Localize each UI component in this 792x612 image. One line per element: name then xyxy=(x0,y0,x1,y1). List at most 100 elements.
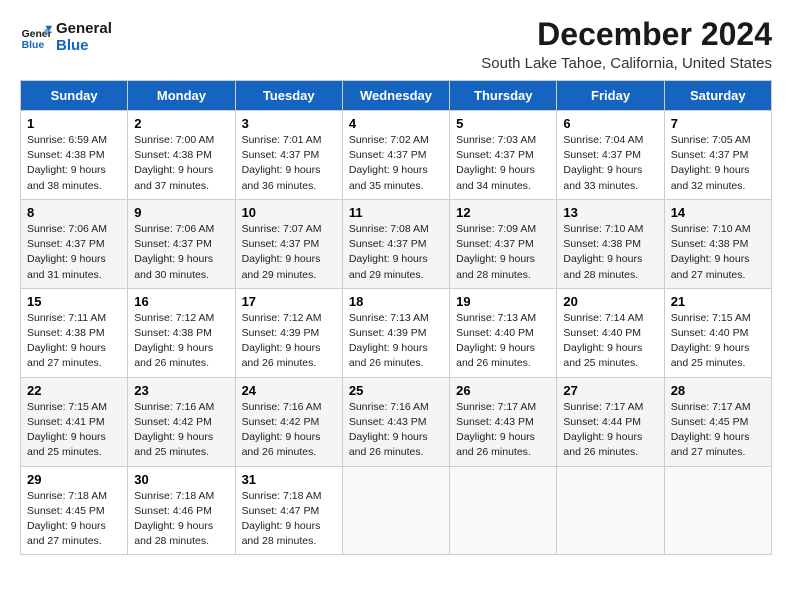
calendar-cell: 1Sunrise: 6:59 AM Sunset: 4:38 PM Daylig… xyxy=(21,111,128,200)
calendar-cell: 5 Sunrise: 7:03 AM Sunset: 4:37 PM Daylig… xyxy=(450,111,557,200)
day-info: Sunrise: 7:05 AM Sunset: 4:37 PM Dayligh… xyxy=(671,133,765,194)
day-info: Sunrise: 7:17 AM Sunset: 4:43 PM Dayligh… xyxy=(456,400,550,461)
day-info: Sunrise: 7:13 AM Sunset: 4:40 PM Dayligh… xyxy=(456,311,550,372)
day-number: 11 xyxy=(349,205,443,220)
day-number: 23 xyxy=(134,383,228,398)
calendar-cell: 11 Sunrise: 7:08 AM Sunset: 4:37 PM Dayli… xyxy=(342,199,449,288)
header-row: Sunday Monday Tuesday Wednesday Thursday… xyxy=(21,81,772,111)
day-number: 31 xyxy=(242,472,336,487)
calendar-cell: 27 Sunrise: 7:17 AM Sunset: 4:44 PM Dayli… xyxy=(557,377,664,466)
day-info: Sunrise: 7:06 AM Sunset: 4:37 PM Dayligh… xyxy=(27,222,121,283)
calendar-cell: 19 Sunrise: 7:13 AM Sunset: 4:40 PM Dayli… xyxy=(450,288,557,377)
calendar-week-4: 22 Sunrise: 7:15 AM Sunset: 4:41 PM Dayli… xyxy=(21,377,772,466)
day-number: 18 xyxy=(349,294,443,309)
day-info: Sunrise: 7:16 AM Sunset: 4:43 PM Dayligh… xyxy=(349,400,443,461)
col-tuesday: Tuesday xyxy=(235,81,342,111)
day-number: 20 xyxy=(563,294,657,309)
day-number: 5 xyxy=(456,116,550,131)
calendar-week-2: 8 Sunrise: 7:06 AM Sunset: 4:37 PM Daylig… xyxy=(21,199,772,288)
day-info: Sunrise: 7:00 AM Sunset: 4:38 PM Dayligh… xyxy=(134,133,228,194)
day-info: Sunrise: 7:17 AM Sunset: 4:45 PM Dayligh… xyxy=(671,400,765,461)
calendar-cell: 14Sunrise: 7:10 AM Sunset: 4:38 PM Dayli… xyxy=(664,199,771,288)
calendar-week-5: 29 Sunrise: 7:18 AM Sunset: 4:45 PM Dayli… xyxy=(21,466,772,555)
day-info: Sunrise: 7:09 AM Sunset: 4:37 PM Dayligh… xyxy=(456,222,550,283)
calendar-cell xyxy=(450,466,557,555)
calendar-cell: 7Sunrise: 7:05 AM Sunset: 4:37 PM Daylig… xyxy=(664,111,771,200)
day-info: Sunrise: 7:12 AM Sunset: 4:38 PM Dayligh… xyxy=(134,311,228,372)
day-number: 28 xyxy=(671,383,765,398)
calendar-cell: 2 Sunrise: 7:00 AM Sunset: 4:38 PM Daylig… xyxy=(128,111,235,200)
logo: General Blue General Blue xyxy=(20,20,112,54)
day-number: 6 xyxy=(563,116,657,131)
calendar-cell: 31 Sunrise: 7:18 AM Sunset: 4:47 PM Dayli… xyxy=(235,466,342,555)
col-thursday: Thursday xyxy=(450,81,557,111)
calendar-cell: 28 Sunrise: 7:17 AM Sunset: 4:45 PM Dayli… xyxy=(664,377,771,466)
calendar-cell: 17Sunrise: 7:12 AM Sunset: 4:39 PM Dayli… xyxy=(235,288,342,377)
calendar-cell: 25Sunrise: 7:16 AM Sunset: 4:43 PM Dayli… xyxy=(342,377,449,466)
col-sunday: Sunday xyxy=(21,81,128,111)
calendar-cell: 30 Sunrise: 7:18 AM Sunset: 4:46 PM Dayli… xyxy=(128,466,235,555)
calendar-cell xyxy=(557,466,664,555)
logo-general: General xyxy=(56,20,112,37)
calendar-cell: 20Sunrise: 7:14 AM Sunset: 4:40 PM Dayli… xyxy=(557,288,664,377)
day-info: Sunrise: 7:07 AM Sunset: 4:37 PM Dayligh… xyxy=(242,222,336,283)
day-info: Sunrise: 7:17 AM Sunset: 4:44 PM Dayligh… xyxy=(563,400,657,461)
day-number: 27 xyxy=(563,383,657,398)
day-info: Sunrise: 7:08 AM Sunset: 4:37 PM Dayligh… xyxy=(349,222,443,283)
day-number: 1 xyxy=(27,116,121,131)
header: General Blue General Blue December 2024 … xyxy=(20,16,772,72)
col-wednesday: Wednesday xyxy=(342,81,449,111)
calendar-cell: 23 Sunrise: 7:16 AM Sunset: 4:42 PM Dayli… xyxy=(128,377,235,466)
day-number: 2 xyxy=(134,116,228,131)
day-info: Sunrise: 7:16 AM Sunset: 4:42 PM Dayligh… xyxy=(242,400,336,461)
day-number: 22 xyxy=(27,383,121,398)
day-number: 3 xyxy=(242,116,336,131)
calendar-cell: 26Sunrise: 7:17 AM Sunset: 4:43 PM Dayli… xyxy=(450,377,557,466)
day-number: 19 xyxy=(456,294,550,309)
calendar-cell: 29 Sunrise: 7:18 AM Sunset: 4:45 PM Dayli… xyxy=(21,466,128,555)
col-monday: Monday xyxy=(128,81,235,111)
day-info: Sunrise: 7:03 AM Sunset: 4:37 PM Dayligh… xyxy=(456,133,550,194)
day-number: 8 xyxy=(27,205,121,220)
day-info: Sunrise: 7:06 AM Sunset: 4:37 PM Dayligh… xyxy=(134,222,228,283)
day-number: 30 xyxy=(134,472,228,487)
page-subtitle: South Lake Tahoe, California, United Sta… xyxy=(481,55,772,72)
day-number: 29 xyxy=(27,472,121,487)
col-saturday: Saturday xyxy=(664,81,771,111)
day-number: 16 xyxy=(134,294,228,309)
calendar-cell: 15Sunrise: 7:11 AM Sunset: 4:38 PM Dayli… xyxy=(21,288,128,377)
col-friday: Friday xyxy=(557,81,664,111)
calendar-cell: 8 Sunrise: 7:06 AM Sunset: 4:37 PM Daylig… xyxy=(21,199,128,288)
calendar-cell xyxy=(664,466,771,555)
calendar-cell xyxy=(342,466,449,555)
day-info: Sunrise: 7:13 AM Sunset: 4:39 PM Dayligh… xyxy=(349,311,443,372)
page-title: December 2024 xyxy=(481,16,772,53)
day-info: Sunrise: 7:10 AM Sunset: 4:38 PM Dayligh… xyxy=(671,222,765,283)
day-info: Sunrise: 7:10 AM Sunset: 4:38 PM Dayligh… xyxy=(563,222,657,283)
title-area: December 2024 South Lake Tahoe, Californ… xyxy=(481,16,772,72)
calendar-cell: 3Sunrise: 7:01 AM Sunset: 4:37 PM Daylig… xyxy=(235,111,342,200)
day-number: 10 xyxy=(242,205,336,220)
calendar-cell: 16 Sunrise: 7:12 AM Sunset: 4:38 PM Dayli… xyxy=(128,288,235,377)
svg-text:Blue: Blue xyxy=(22,40,45,51)
calendar-cell: 13Sunrise: 7:10 AM Sunset: 4:38 PM Dayli… xyxy=(557,199,664,288)
calendar-cell: 24 Sunrise: 7:16 AM Sunset: 4:42 PM Dayli… xyxy=(235,377,342,466)
calendar-week-1: 1Sunrise: 6:59 AM Sunset: 4:38 PM Daylig… xyxy=(21,111,772,200)
calendar-cell: 21Sunrise: 7:15 AM Sunset: 4:40 PM Dayli… xyxy=(664,288,771,377)
day-number: 24 xyxy=(242,383,336,398)
day-info: Sunrise: 7:18 AM Sunset: 4:47 PM Dayligh… xyxy=(242,489,336,550)
calendar-table: Sunday Monday Tuesday Wednesday Thursday… xyxy=(20,80,772,555)
calendar-cell: 9Sunrise: 7:06 AM Sunset: 4:37 PM Daylig… xyxy=(128,199,235,288)
calendar-cell: 6Sunrise: 7:04 AM Sunset: 4:37 PM Daylig… xyxy=(557,111,664,200)
logo-blue: Blue xyxy=(56,37,112,54)
day-number: 4 xyxy=(349,116,443,131)
calendar-cell: 22 Sunrise: 7:15 AM Sunset: 4:41 PM Dayli… xyxy=(21,377,128,466)
day-info: Sunrise: 7:18 AM Sunset: 4:45 PM Dayligh… xyxy=(27,489,121,550)
calendar-cell: 18 Sunrise: 7:13 AM Sunset: 4:39 PM Dayli… xyxy=(342,288,449,377)
day-info: Sunrise: 7:18 AM Sunset: 4:46 PM Dayligh… xyxy=(134,489,228,550)
day-number: 21 xyxy=(671,294,765,309)
day-info: Sunrise: 7:16 AM Sunset: 4:42 PM Dayligh… xyxy=(134,400,228,461)
day-info: Sunrise: 7:15 AM Sunset: 4:41 PM Dayligh… xyxy=(27,400,121,461)
day-number: 15 xyxy=(27,294,121,309)
calendar-cell: 10 Sunrise: 7:07 AM Sunset: 4:37 PM Dayli… xyxy=(235,199,342,288)
